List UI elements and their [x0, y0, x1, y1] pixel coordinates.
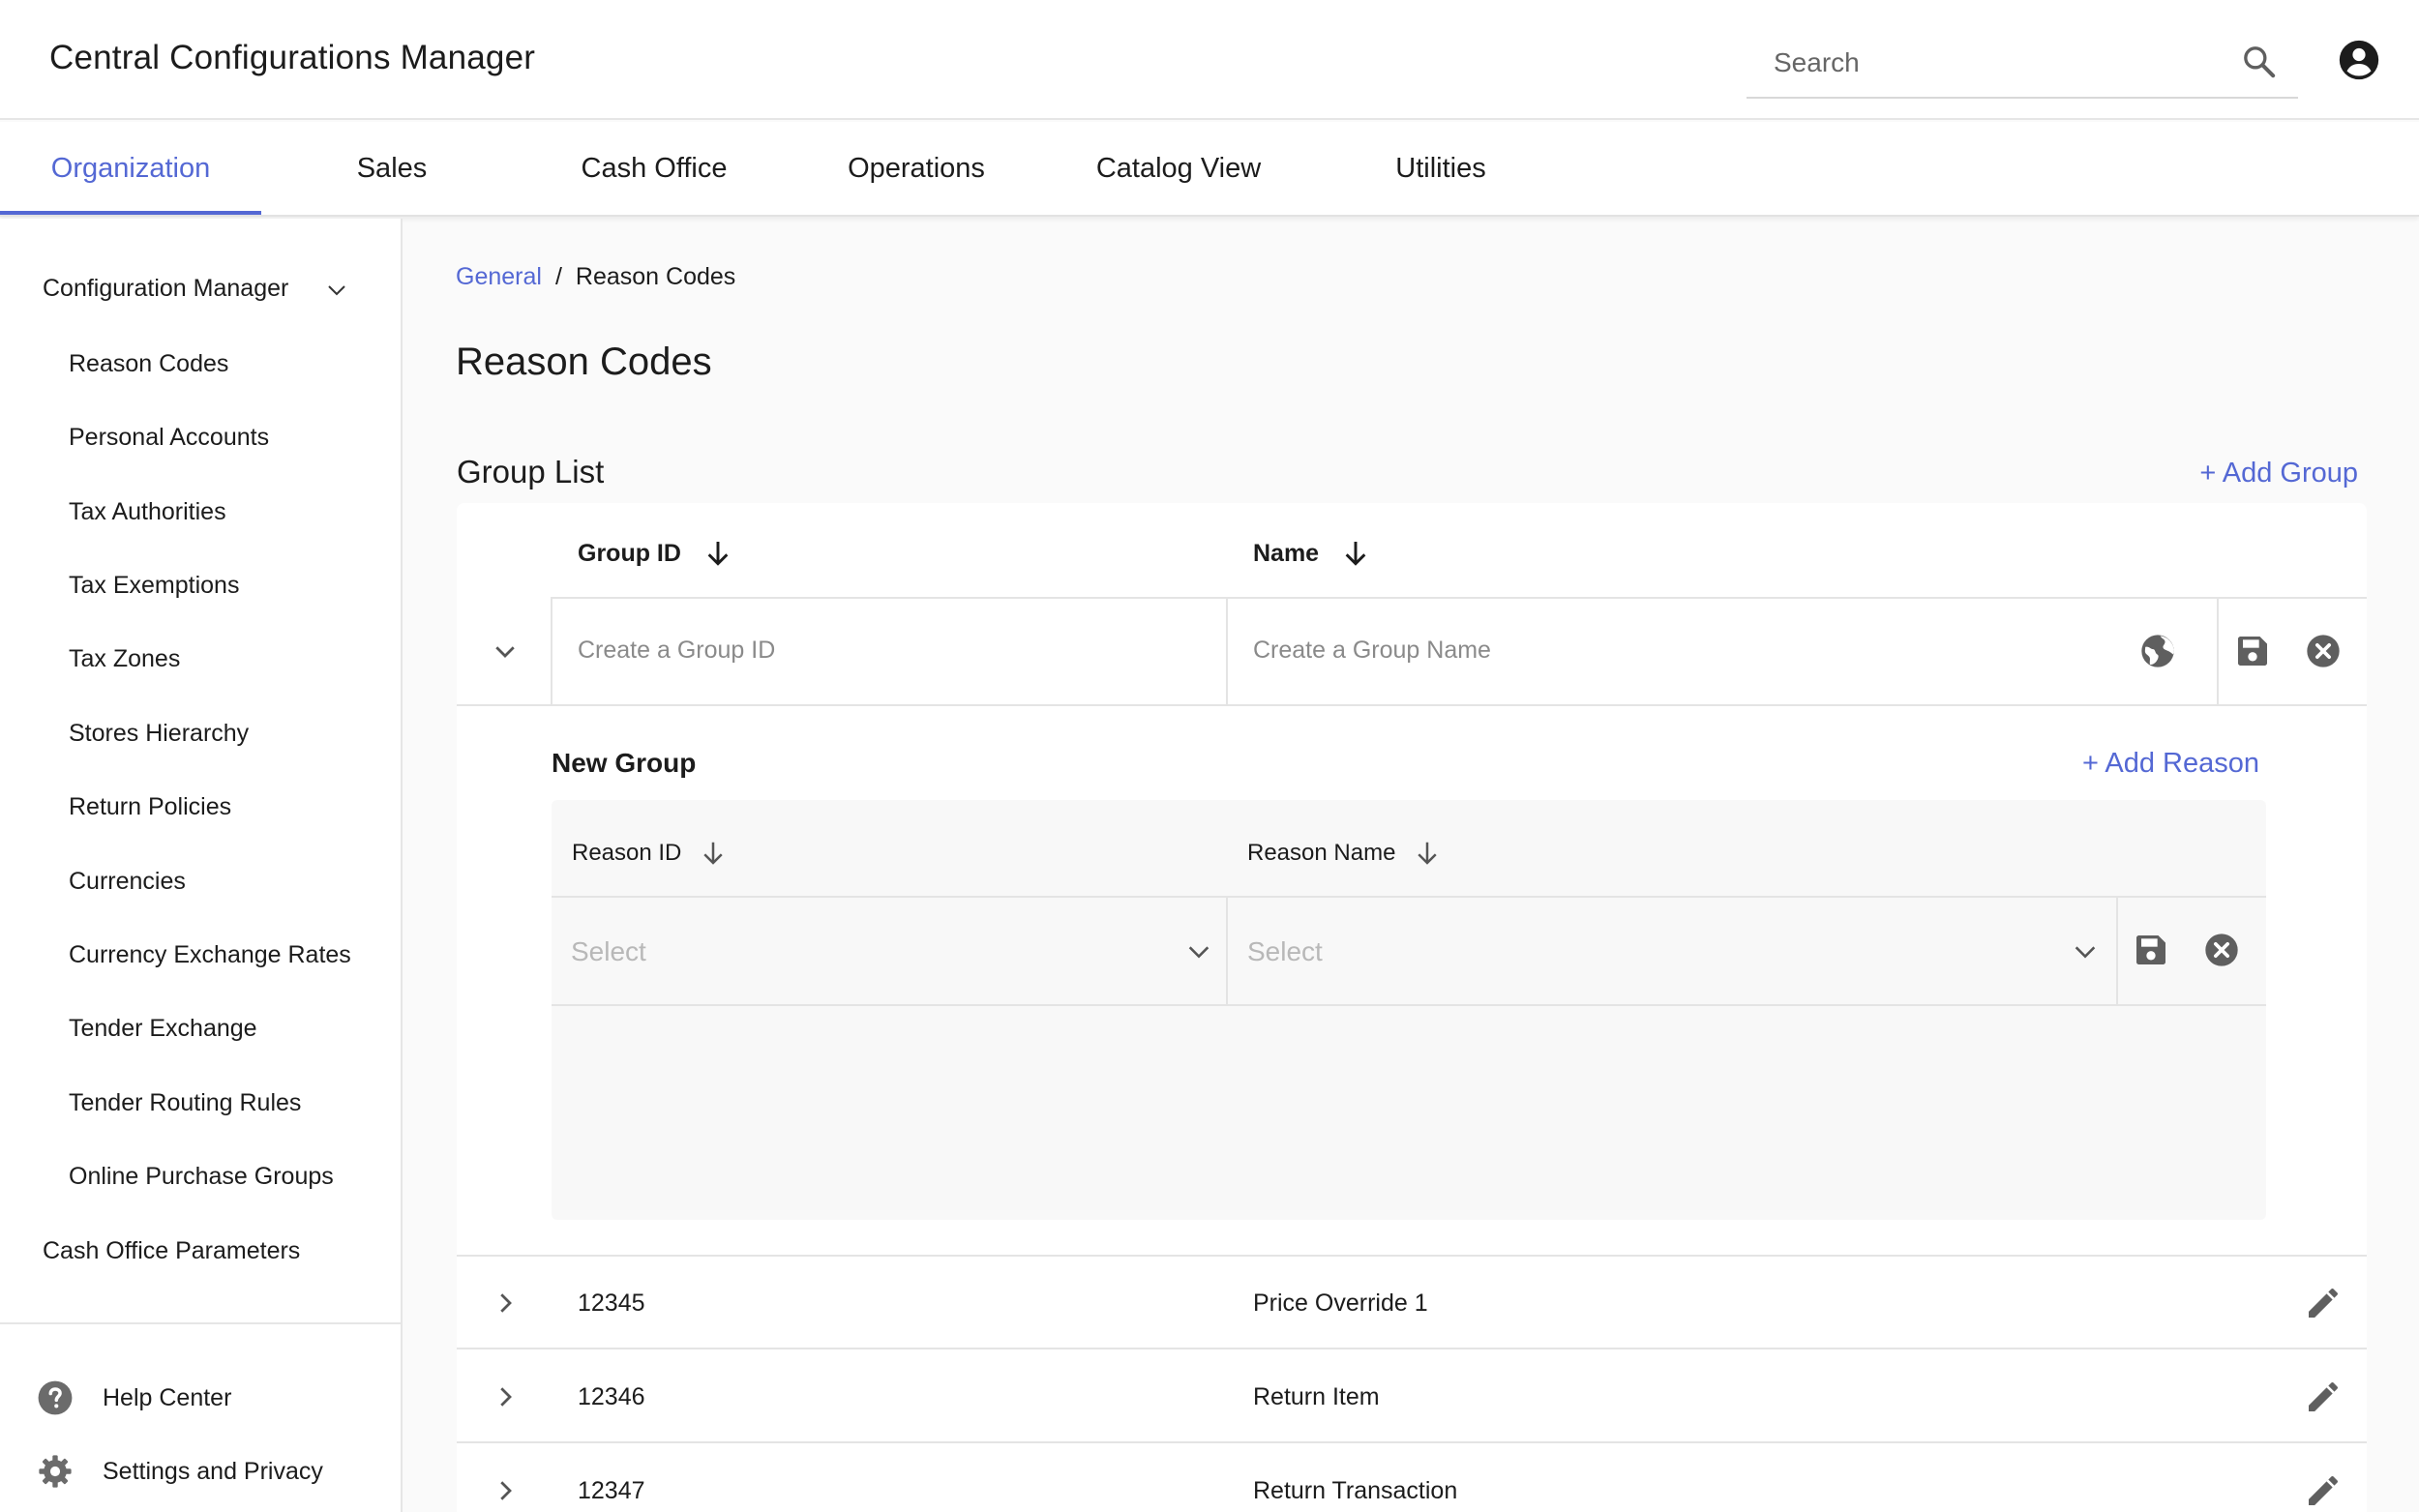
row-divider: [457, 1441, 2367, 1443]
sidebar-item-stores-hierarchy[interactable]: Stores Hierarchy: [69, 720, 249, 748]
reason-name-select[interactable]: Select: [1228, 898, 2116, 1004]
breadcrumb: General / Reason Codes: [456, 263, 735, 291]
save-icon[interactable]: [2132, 931, 2170, 969]
new-group-title: New Group: [552, 748, 697, 778]
sort-arrow-down-icon[interactable]: [699, 839, 728, 868]
header-divider: [552, 597, 2367, 599]
save-icon[interactable]: [2233, 632, 2272, 670]
row-divider: [457, 1348, 2367, 1349]
name-header-label: Name: [1253, 539, 1320, 567]
edit-pencil-icon[interactable]: [2304, 1378, 2343, 1416]
search-box: [1747, 29, 2298, 99]
search-icon[interactable]: [2240, 43, 2279, 81]
group-list-title: Group List: [457, 454, 605, 489]
reason-name-header-label: Reason Name: [1247, 840, 1396, 866]
chevron-right-icon[interactable]: [491, 1476, 520, 1505]
settings-privacy-label: Settings and Privacy: [103, 1457, 323, 1485]
reason-table: Reason ID Reason Name Select Select: [552, 800, 2266, 1220]
column-header-group-id[interactable]: Group ID: [578, 538, 733, 569]
top-bar: Central Configurations Manager: [0, 0, 2419, 120]
sidebar-item-currencies[interactable]: Currencies: [69, 868, 186, 896]
page-title: Reason Codes: [456, 341, 712, 383]
tab-utilities[interactable]: Utilities: [1310, 122, 1571, 215]
sidebar-help-center[interactable]: Help Center: [37, 1379, 231, 1417]
close-circle-icon[interactable]: [2304, 632, 2343, 670]
chevron-down-icon: [1188, 946, 1210, 959]
tab-operations[interactable]: Operations: [786, 122, 1047, 215]
account-circle-icon[interactable]: [2338, 39, 2380, 81]
row-group-name: Return Transaction: [1253, 1477, 1458, 1504]
sidebar-item-cash-office-parameters[interactable]: Cash Office Parameters: [43, 1237, 300, 1265]
tab-catalog-view[interactable]: Catalog View: [1048, 122, 1309, 215]
sidebar-item-tax-exemptions[interactable]: Tax Exemptions: [69, 572, 239, 600]
row-group-name: Price Override 1: [1253, 1290, 1428, 1317]
help-icon: [38, 1380, 73, 1415]
row-group-id: 12345: [578, 1290, 645, 1317]
tab-cash-office[interactable]: Cash Office: [523, 122, 785, 215]
chevron-right-icon[interactable]: [491, 1289, 520, 1318]
column-header-reason-name[interactable]: Reason Name: [1247, 839, 1442, 868]
sidebar-item-tender-routing-rules[interactable]: Tender Routing Rules: [69, 1089, 301, 1117]
group-id-input[interactable]: [578, 629, 1207, 671]
sidebar-item-currency-exchange-rates[interactable]: Currency Exchange Rates: [69, 941, 351, 969]
column-header-reason-id[interactable]: Reason ID: [572, 839, 728, 868]
tab-organization[interactable]: Organization: [0, 122, 261, 215]
breadcrumb-current: Reason Codes: [575, 263, 736, 290]
main-tabs: Organization Sales Cash Office Operation…: [0, 122, 2419, 217]
edit-pencil-icon[interactable]: [2304, 1284, 2343, 1322]
sort-arrow-down-icon[interactable]: [702, 538, 733, 569]
chevron-down-icon[interactable]: [323, 279, 350, 302]
sidebar-settings-privacy[interactable]: Settings and Privacy: [37, 1452, 323, 1491]
globe-icon[interactable]: [2138, 632, 2177, 670]
add-reason-button[interactable]: + Add Reason: [2082, 748, 2259, 780]
sidebar-item-return-policies[interactable]: Return Policies: [69, 793, 231, 821]
close-circle-icon[interactable]: [2202, 931, 2241, 969]
breadcrumb-separator: /: [554, 263, 562, 290]
chevron-down-icon: [2075, 946, 2096, 959]
row-group-id: 12346: [578, 1383, 645, 1410]
reason-id-header-label: Reason ID: [572, 840, 682, 866]
group-name-input[interactable]: [1253, 629, 2076, 671]
reason-id-select[interactable]: Select: [552, 898, 1226, 1004]
group-id-header-label: Group ID: [578, 539, 681, 567]
sort-arrow-down-icon[interactable]: [1413, 839, 1442, 868]
row-group-id: 12347: [578, 1477, 645, 1504]
cell-divider: [1226, 597, 1228, 704]
search-input[interactable]: [1747, 29, 2230, 97]
add-group-button[interactable]: + Add Group: [2199, 458, 2358, 489]
sidebar-item-tax-zones[interactable]: Tax Zones: [69, 645, 180, 673]
sidebar-item-tax-authorities[interactable]: Tax Authorities: [69, 498, 226, 526]
sidebar-item-tender-exchange[interactable]: Tender Exchange: [69, 1015, 257, 1043]
row-divider: [457, 1255, 2367, 1257]
sidebar: Configuration Manager Reason Codes Perso…: [0, 219, 403, 1512]
cell-divider: [2116, 896, 2118, 1004]
help-center-label: Help Center: [103, 1383, 232, 1411]
breadcrumb-general-link[interactable]: General: [456, 263, 542, 290]
gear-icon: [39, 1455, 72, 1488]
reason-row-divider: [552, 1004, 2266, 1006]
edit-pencil-icon[interactable]: [2304, 1471, 2343, 1510]
sidebar-divider: [0, 1322, 403, 1324]
sidebar-item-reason-codes[interactable]: Reason Codes: [69, 350, 228, 378]
sidebar-item-personal-accounts[interactable]: Personal Accounts: [69, 424, 269, 452]
chevron-down-icon[interactable]: [491, 637, 520, 666]
reason-id-select-value: Select: [571, 936, 646, 966]
app-title: Central Configurations Manager: [49, 39, 536, 76]
row-divider: [457, 704, 2367, 706]
sidebar-item-online-purchase-groups[interactable]: Online Purchase Groups: [69, 1163, 334, 1191]
tab-sales[interactable]: Sales: [261, 122, 523, 215]
column-header-name[interactable]: Name: [1253, 538, 1371, 569]
sort-arrow-down-icon[interactable]: [1340, 538, 1371, 569]
cell-divider: [2217, 597, 2219, 704]
cell-divider: [551, 597, 552, 704]
sidebar-group-configuration-manager[interactable]: Configuration Manager: [43, 275, 288, 303]
group-list-table: Group ID Name New Group + Add R: [457, 503, 2367, 1512]
chevron-right-icon[interactable]: [491, 1382, 520, 1411]
row-group-name: Return Item: [1253, 1383, 1380, 1410]
reason-name-select-value: Select: [1247, 936, 1323, 966]
